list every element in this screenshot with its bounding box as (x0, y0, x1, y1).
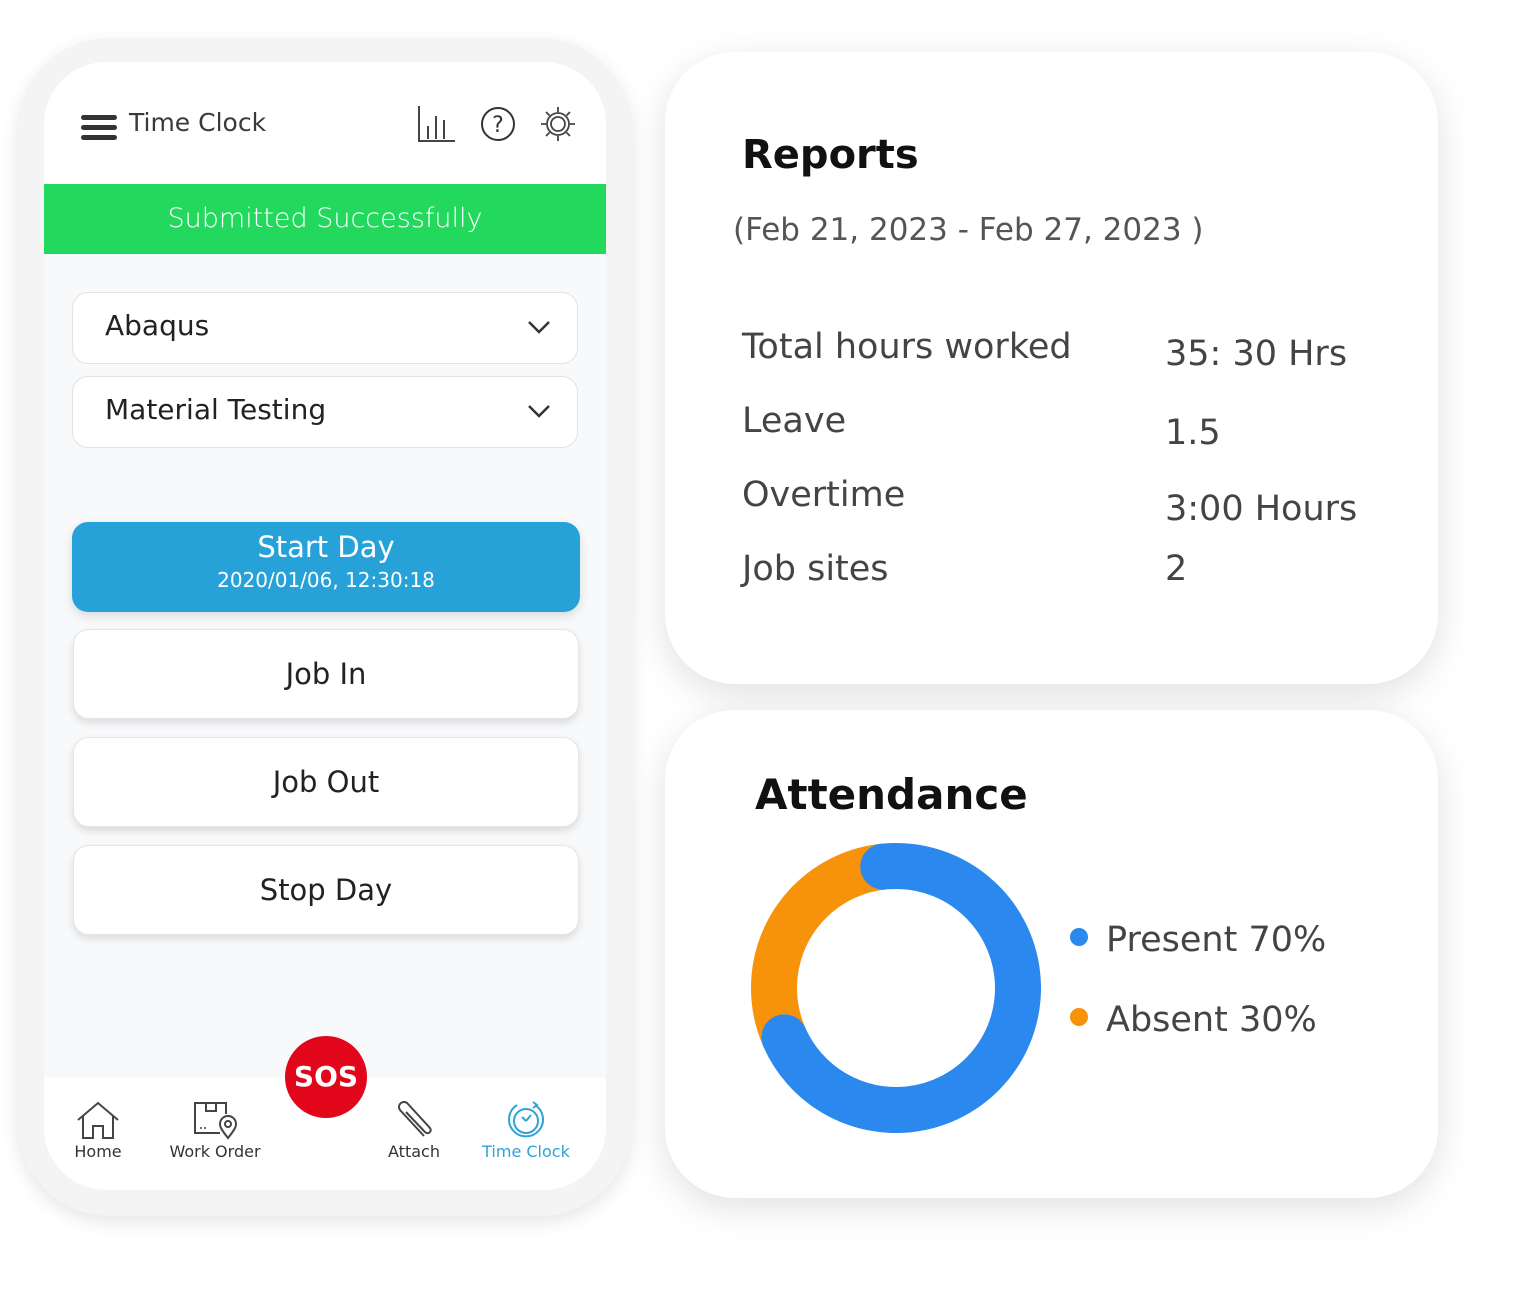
gear-icon[interactable] (538, 104, 578, 144)
phone-screen: Time Clock ? Submitted Successfully Abaq… (44, 62, 606, 1190)
reports-card: Reports (Feb 21, 2023 - Feb 27, 2023 ) T… (665, 52, 1438, 684)
report-value: 3:00 Hours (1165, 489, 1358, 529)
nav-home[interactable]: Home (70, 1100, 126, 1161)
bar-chart-icon[interactable] (416, 104, 456, 144)
attendance-card: Attendance Present 70% Absent 30% (665, 710, 1438, 1198)
task-value: Material Testing (105, 393, 327, 426)
start-day-button[interactable]: Start Day 2020/01/06, 12:30:18 (72, 522, 580, 612)
legend-absent: Absent 30% (1070, 1000, 1317, 1040)
success-banner: Submitted Successfully (44, 184, 606, 254)
chevron-down-icon (528, 405, 550, 418)
app-header: Time Clock ? (44, 62, 606, 184)
paperclip-icon (398, 1101, 432, 1137)
attendance-title: Attendance (755, 770, 1028, 819)
chevron-down-icon (528, 321, 550, 334)
report-label: Overtime (742, 475, 906, 515)
report-label: Job sites (742, 549, 889, 589)
nav-time-clock-label: Time Clock (482, 1142, 570, 1161)
legend-dot-present (1070, 928, 1088, 946)
nav-home-label: Home (74, 1142, 122, 1161)
legend-absent-label: Absent 30% (1106, 1000, 1317, 1040)
nav-work-order-label: Work Order (169, 1142, 261, 1161)
nav-attach-label: Attach (388, 1142, 440, 1161)
job-out-button[interactable]: Job Out (73, 737, 579, 827)
report-value: 2 (1165, 549, 1188, 589)
start-day-label: Start Day (257, 530, 395, 564)
nav-attach[interactable]: Attach (384, 1100, 444, 1161)
reports-title: Reports (742, 132, 919, 178)
stop-day-button[interactable]: Stop Day (73, 845, 579, 935)
report-label: Leave (742, 401, 847, 441)
legend-present-label: Present 70% (1106, 920, 1327, 960)
project-dropdown[interactable]: Abaqus (72, 292, 578, 364)
reports-date-range: (Feb 21, 2023 - Feb 27, 2023 ) (733, 212, 1204, 248)
app-title: Time Clock (129, 108, 267, 137)
work-order-icon (194, 1102, 238, 1140)
report-label: Total hours worked (742, 327, 1072, 367)
time-clock-icon (508, 1101, 544, 1138)
task-dropdown[interactable]: Material Testing (72, 376, 578, 448)
sos-button[interactable]: SOS (285, 1036, 367, 1118)
project-value: Abaqus (105, 309, 210, 342)
help-icon[interactable]: ? (478, 104, 518, 144)
nav-work-order[interactable]: Work Order (168, 1100, 262, 1161)
start-day-timestamp: 2020/01/06, 12:30:18 (217, 568, 435, 592)
report-value: 1.5 (1165, 413, 1221, 453)
nav-time-clock[interactable]: Time Clock (480, 1100, 572, 1161)
legend-present: Present 70% (1070, 920, 1326, 960)
report-value: 35: 30 Hrs (1165, 334, 1348, 374)
legend-dot-absent (1070, 1008, 1088, 1026)
svg-text:?: ? (492, 113, 504, 138)
job-in-button[interactable]: Job In (73, 629, 579, 719)
attendance-donut-chart (751, 843, 1041, 1133)
home-icon (77, 1101, 119, 1139)
menu-icon[interactable] (81, 115, 117, 141)
